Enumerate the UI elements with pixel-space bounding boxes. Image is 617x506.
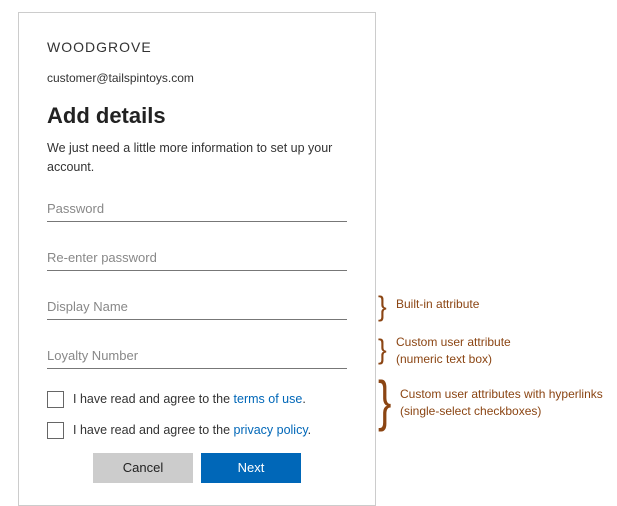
annotation-custom-numeric: Custom user attribute (numeric text box): [396, 334, 511, 368]
loyalty-number-input[interactable]: [47, 342, 347, 369]
brand-name: WOODGROVE: [47, 39, 347, 55]
reenter-password-input[interactable]: [47, 244, 347, 271]
terms-row: I have read and agree to the terms of us…: [47, 391, 347, 408]
privacy-label: I have read and agree to the privacy pol…: [73, 423, 311, 437]
brace-icon: }: [378, 292, 387, 319]
annotation-custom-checks-line1: Custom user attributes with hyperlinks: [400, 387, 603, 401]
terms-prefix: I have read and agree to the: [73, 392, 234, 406]
annotation-custom-checks: Custom user attributes with hyperlinks (…: [400, 386, 603, 420]
brace-icon: }: [378, 335, 387, 362]
privacy-policy-link[interactable]: privacy policy: [234, 423, 308, 437]
terms-label: I have read and agree to the terms of us…: [73, 392, 306, 406]
password-input[interactable]: [47, 195, 347, 222]
annotation-custom-numeric-line2: (numeric text box): [396, 352, 492, 366]
display-name-input[interactable]: [47, 293, 347, 320]
annotation-custom-checks-line2: (single-select checkboxes): [400, 404, 541, 418]
privacy-suffix: .: [308, 423, 311, 437]
user-email: customer@tailspintoys.com: [47, 71, 347, 85]
signup-card: WOODGROVE customer@tailspintoys.com Add …: [18, 12, 376, 506]
terms-of-use-link[interactable]: terms of use: [234, 392, 303, 406]
terms-checkbox[interactable]: [47, 391, 64, 408]
privacy-prefix: I have read and agree to the: [73, 423, 234, 437]
cancel-button[interactable]: Cancel: [93, 453, 193, 483]
page-subtitle: We just need a little more information t…: [47, 139, 347, 177]
annotation-builtin: Built-in attribute: [396, 296, 479, 313]
page-title: Add details: [47, 103, 347, 129]
next-button[interactable]: Next: [201, 453, 301, 483]
terms-suffix: .: [302, 392, 305, 406]
privacy-row: I have read and agree to the privacy pol…: [47, 422, 347, 439]
brace-icon: }: [378, 374, 391, 430]
privacy-checkbox[interactable]: [47, 422, 64, 439]
button-row: Cancel Next: [47, 453, 347, 483]
annotation-custom-numeric-line1: Custom user attribute: [396, 335, 511, 349]
